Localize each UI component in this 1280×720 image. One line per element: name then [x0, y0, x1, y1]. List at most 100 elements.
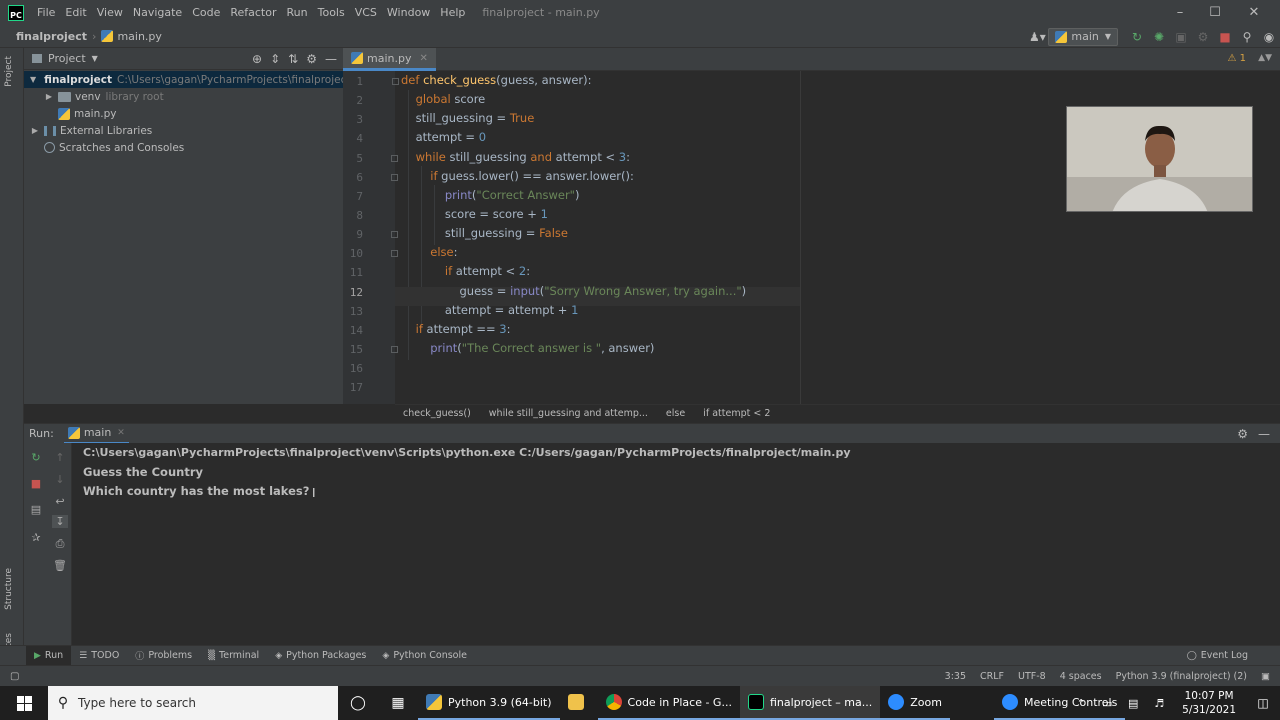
- taskbar-clock[interactable]: 10:07 PM 5/31/2021: [1182, 689, 1236, 717]
- fold-marker[interactable]: [391, 250, 398, 257]
- layout-toggle-icon[interactable]: ▢: [10, 671, 19, 682]
- stop-icon[interactable]: ■: [28, 477, 44, 490]
- code-line-2[interactable]: global score: [401, 90, 486, 109]
- menu-edit[interactable]: Edit: [60, 0, 91, 25]
- network-icon[interactable]: ▤: [1120, 697, 1146, 710]
- breadcrumb-project[interactable]: finalproject: [16, 30, 87, 43]
- stop-icon[interactable]: ■: [1214, 30, 1236, 44]
- chevron-up-down-icon[interactable]: ▲▼: [1258, 53, 1272, 63]
- trash-icon[interactable]: 🗑: [52, 559, 68, 572]
- minimize-button[interactable]: –: [1160, 0, 1200, 25]
- tree-item-external-libraries[interactable]: ▶ External Libraries: [24, 122, 343, 139]
- python-interpreter[interactable]: Python 3.9 (finalproject) (2): [1116, 671, 1247, 682]
- gear-icon[interactable]: ⚙: [306, 52, 317, 66]
- tab-todo[interactable]: ☰ TODO: [71, 646, 127, 666]
- volume-icon[interactable]: ♬: [1146, 697, 1172, 710]
- tab-run[interactable]: ▶ Run: [26, 645, 72, 666]
- menu-tools[interactable]: Tools: [313, 0, 350, 25]
- close-icon[interactable]: ✕: [419, 53, 427, 64]
- code-breadcrumb-item[interactable]: check_guess(): [403, 408, 471, 419]
- taskbar-app-zoom[interactable]: Zoom: [880, 686, 950, 720]
- menu-view[interactable]: View: [92, 0, 128, 25]
- close-window-button[interactable]: ✕: [1234, 0, 1274, 25]
- code-line-7[interactable]: print("Correct Answer"): [401, 186, 580, 205]
- code-line-14[interactable]: if attempt == 3:: [401, 320, 511, 339]
- run-console[interactable]: [24, 443, 1280, 645]
- locate-icon[interactable]: ⊕: [252, 52, 262, 66]
- structure-tool-tab[interactable]: Structure: [4, 568, 14, 610]
- lock-icon[interactable]: ▣: [1261, 671, 1270, 682]
- tree-item-scratches[interactable]: Scratches and Consoles: [24, 139, 343, 156]
- hide-icon[interactable]: —: [325, 52, 337, 66]
- tab-terminal[interactable]: ▒ Terminal: [200, 646, 267, 666]
- code-breadcrumb-item[interactable]: else: [666, 408, 685, 419]
- menu-refactor[interactable]: Refactor: [225, 0, 281, 25]
- taskbar-app-pycharm[interactable]: finalproject – ma...: [739, 686, 881, 720]
- taskbar-search-box[interactable]: ⚲ Type here to search: [48, 686, 338, 720]
- menu-navigate[interactable]: Navigate: [128, 0, 187, 25]
- chevron-down-icon[interactable]: ▼: [92, 54, 98, 63]
- chevron-up-icon[interactable]: ⌃: [1068, 697, 1094, 710]
- rerun-icon[interactable]: ↻: [1126, 30, 1148, 44]
- windows-start-icon[interactable]: [0, 686, 48, 720]
- maximize-button[interactable]: ☐: [1195, 0, 1235, 25]
- layout-icon[interactable]: ▤: [28, 503, 44, 516]
- arrow-down-icon[interactable]: ↓: [52, 473, 68, 486]
- fold-marker[interactable]: [391, 174, 398, 181]
- code-line-10[interactable]: else:: [401, 243, 457, 262]
- code-line-9[interactable]: still_guessing = False: [401, 224, 568, 243]
- fold-marker[interactable]: [392, 78, 399, 85]
- run-configuration-select[interactable]: main ▼: [1048, 27, 1118, 46]
- coverage-icon[interactable]: ▣: [1170, 30, 1192, 44]
- menu-code[interactable]: Code: [187, 0, 225, 25]
- menu-window[interactable]: Window: [382, 0, 435, 25]
- menu-vcs[interactable]: VCS: [350, 0, 382, 25]
- line-separator[interactable]: CRLF: [980, 671, 1004, 682]
- project-panel-title[interactable]: Project: [48, 52, 86, 65]
- taskbar-app-explorer[interactable]: [560, 686, 598, 720]
- code-line-3[interactable]: still_guessing = True: [401, 109, 535, 128]
- indent-setting[interactable]: 4 spaces: [1060, 671, 1102, 682]
- code-line-11[interactable]: if attempt < 2:: [401, 262, 530, 281]
- profile-icon[interactable]: ⚙: [1192, 30, 1214, 44]
- jetbrains-icon[interactable]: ◉: [1258, 30, 1280, 44]
- code-line-4[interactable]: attempt = 0: [401, 128, 486, 147]
- project-tool-tab[interactable]: Project: [4, 56, 14, 87]
- close-icon[interactable]: ✕: [117, 428, 125, 438]
- task-view-icon[interactable]: ▦: [378, 695, 418, 711]
- run-tab-main[interactable]: main ✕: [63, 424, 129, 444]
- code-line-15[interactable]: print("The Correct answer is ", answer): [401, 339, 654, 358]
- event-log-button[interactable]: ◯ Event Log: [1179, 646, 1256, 666]
- soft-wrap-icon[interactable]: ↩: [52, 495, 68, 508]
- collapse-all-icon[interactable]: ⇅: [288, 52, 298, 66]
- gear-icon[interactable]: ⚙: [1237, 427, 1248, 441]
- tree-item-venv[interactable]: ▶ venv library root: [24, 88, 343, 105]
- code-line-1[interactable]: def check_guess(guess, answer):: [401, 71, 592, 90]
- fold-marker[interactable]: [391, 346, 398, 353]
- warning-icon[interactable]: ⚠ 1: [1227, 53, 1246, 64]
- tab-problems[interactable]: ⓘ Problems: [127, 646, 200, 666]
- rerun-icon[interactable]: ↻: [28, 451, 44, 464]
- tab-main-py[interactable]: main.py ✕: [343, 48, 436, 71]
- battery-icon[interactable]: ▭: [1094, 697, 1120, 710]
- code-line-6[interactable]: if guess.lower() == answer.lower():: [401, 167, 634, 186]
- code-line-12[interactable]: guess = input("Sorry Wrong Answer, try a…: [401, 282, 746, 301]
- menu-help[interactable]: Help: [435, 0, 470, 25]
- print-icon[interactable]: ⎙: [52, 537, 68, 551]
- scroll-to-end-icon[interactable]: ↧: [52, 515, 68, 528]
- taskbar-app-python[interactable]: Python 3.9 (64-bit): [418, 686, 560, 720]
- code-line-13[interactable]: attempt = attempt + 1: [401, 301, 579, 320]
- code-line-5[interactable]: while still_guessing and attempt < 3:: [401, 148, 630, 167]
- pin-icon[interactable]: ✰: [28, 531, 44, 544]
- hide-icon[interactable]: —: [1258, 427, 1270, 441]
- file-encoding[interactable]: UTF-8: [1018, 671, 1046, 682]
- fold-marker[interactable]: [391, 155, 398, 162]
- tab-python-packages[interactable]: ◈ Python Packages: [267, 646, 374, 666]
- debug-icon[interactable]: ✺: [1148, 30, 1170, 44]
- expand-all-icon[interactable]: ⇕: [270, 52, 280, 66]
- search-icon[interactable]: ⚲: [1236, 30, 1258, 44]
- code-line-8[interactable]: score = score + 1: [401, 205, 548, 224]
- fold-marker[interactable]: [391, 231, 398, 238]
- menu-run[interactable]: Run: [282, 0, 313, 25]
- caret-position[interactable]: 3:35: [945, 671, 966, 682]
